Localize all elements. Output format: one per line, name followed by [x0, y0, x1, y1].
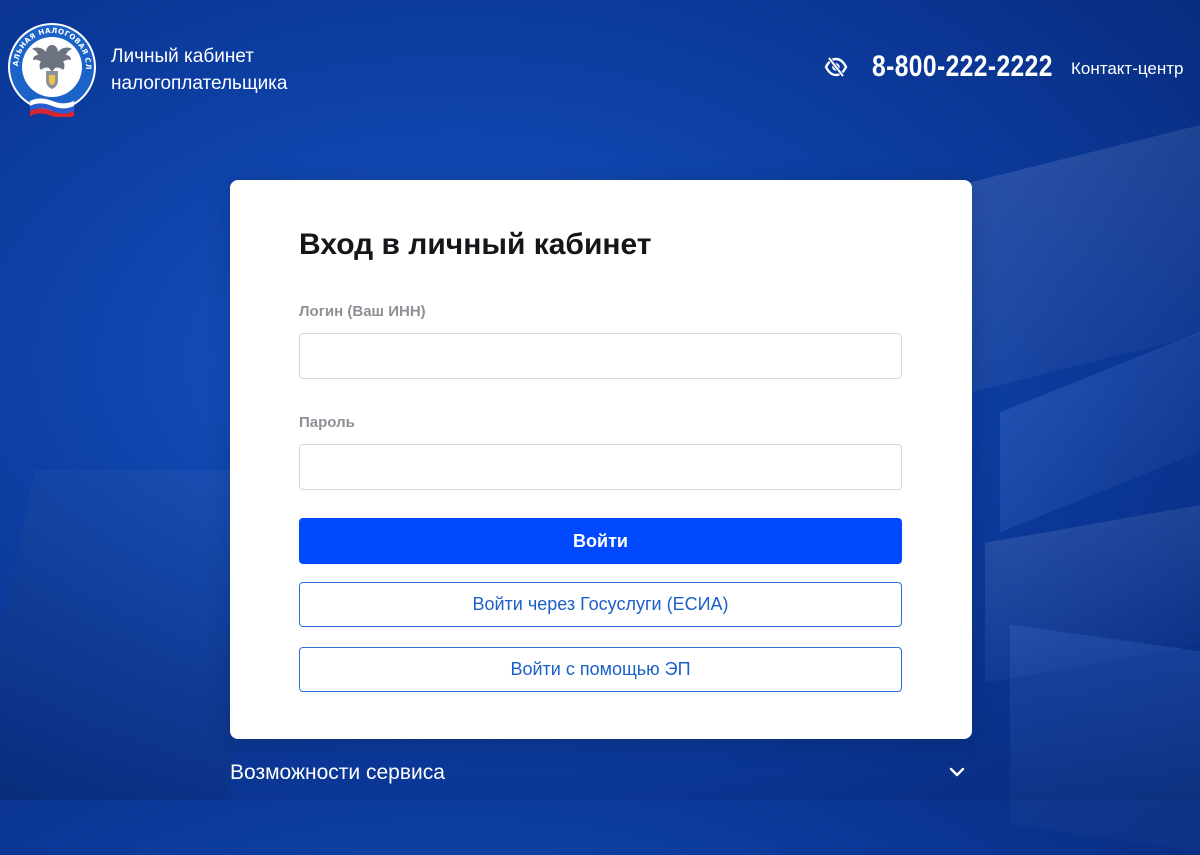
background-shape [1000, 307, 1200, 533]
contact-center-label: Контакт-центр [1071, 59, 1184, 78]
eye-accessibility-icon[interactable] [824, 56, 848, 78]
gosuslugi-login-button[interactable]: Войти через Госуслуги (ЕСИА) [299, 582, 902, 627]
password-field-label: Пароль [299, 414, 355, 431]
ep-login-button[interactable]: Войти с помощью ЭП [299, 647, 902, 692]
chevron-down-icon[interactable] [949, 766, 965, 778]
contact-phone-link[interactable]: 8-800-222-2222 [872, 50, 1053, 84]
service-features-label: Возможности сервиса [230, 761, 445, 784]
app-title-line: налогоплательщика [111, 73, 288, 94]
login-field-label: Логин (Ваш ИНН) [299, 303, 426, 320]
service-features-toggle[interactable]: Возможности сервиса [230, 758, 972, 788]
app-title-line: Личный кабинет [111, 46, 254, 67]
login-submit-button[interactable]: Войти [299, 518, 902, 564]
fns-emblem-logo-graphic: ФЕДЕРАЛЬНАЯ НАЛОГОВАЯ СЛУЖБА [1, 14, 96, 119]
login-card: Вход в личный кабинет Логин (Ваш ИНН) Па… [230, 180, 972, 739]
app-title[interactable]: Личный кабинет налогоплательщика [111, 43, 287, 97]
background-shape [1010, 624, 1200, 855]
login-input[interactable] [299, 333, 902, 379]
fns-emblem-logo[interactable]: ФЕДЕРАЛЬНАЯ НАЛОГОВАЯ СЛУЖБА [1, 14, 98, 119]
background-shape [955, 103, 1200, 397]
password-input[interactable] [299, 444, 902, 490]
background-shape [985, 497, 1200, 683]
page-title: Вход в личный кабинет [299, 228, 652, 261]
